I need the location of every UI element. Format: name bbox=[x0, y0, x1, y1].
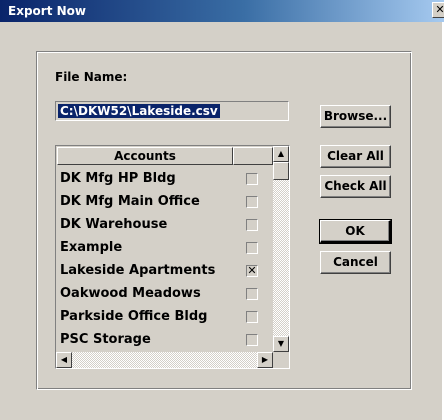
file-name-label: File Name: bbox=[55, 70, 128, 84]
scroll-left-icon[interactable]: ◀ bbox=[56, 352, 72, 368]
file-name-input[interactable]: C:\DKW52\Lakeside.csv bbox=[55, 101, 289, 121]
browse-button[interactable]: Browse... bbox=[320, 105, 391, 128]
ok-button[interactable]: OK bbox=[319, 219, 392, 244]
cancel-button[interactable]: Cancel bbox=[320, 251, 391, 274]
account-name: Example bbox=[60, 240, 123, 255]
scrollbar-corner bbox=[273, 352, 289, 368]
account-name: DK Mfg Main Office bbox=[60, 194, 200, 209]
account-name: DK Mfg HP Bldg bbox=[60, 171, 176, 186]
list-item[interactable]: Lakeside Apartments ✕ bbox=[58, 259, 274, 283]
account-checkbox[interactable] bbox=[246, 173, 258, 185]
account-checkbox[interactable] bbox=[246, 311, 258, 323]
check-all-button[interactable]: Check All bbox=[320, 175, 391, 198]
list-item[interactable]: DK Mfg Main Office bbox=[58, 190, 274, 214]
scroll-down-icon[interactable]: ▼ bbox=[273, 336, 289, 352]
close-icon[interactable]: ✕ bbox=[432, 2, 444, 18]
account-name: Lakeside Apartments bbox=[60, 263, 216, 278]
list-item[interactable]: PSC Storage bbox=[58, 328, 274, 352]
list-item[interactable]: Parkside Office Bldg bbox=[58, 305, 274, 329]
vertical-scroll-thumb[interactable] bbox=[273, 162, 289, 180]
scroll-up-icon[interactable]: ▲ bbox=[273, 146, 289, 162]
account-checkbox[interactable]: ✕ bbox=[246, 265, 258, 277]
file-name-value: C:\DKW52\Lakeside.csv bbox=[58, 104, 220, 118]
list-item[interactable]: Oakwood Meadows bbox=[58, 282, 274, 306]
account-name: DK Warehouse bbox=[60, 217, 168, 232]
account-checkbox[interactable] bbox=[246, 219, 258, 231]
list-item[interactable]: Example bbox=[58, 236, 274, 260]
export-dialog: Export Now ✕ File Name: C:\DKW52\Lakesid… bbox=[0, 0, 444, 420]
account-name: Oakwood Meadows bbox=[60, 286, 201, 301]
account-checkbox[interactable] bbox=[246, 196, 258, 208]
scroll-right-icon[interactable]: ▶ bbox=[257, 352, 273, 368]
account-name: Parkside Office Bldg bbox=[60, 309, 208, 324]
horizontal-scrollbar[interactable]: ◀ ▶ bbox=[56, 352, 273, 368]
checked-column-header[interactable] bbox=[233, 147, 273, 165]
window-title: Export Now bbox=[8, 4, 86, 18]
vertical-scrollbar[interactable]: ▲ ▼ bbox=[273, 146, 289, 352]
accounts-column-header[interactable]: Accounts bbox=[57, 147, 233, 165]
accounts-list[interactable]: Accounts DK Mfg HP Bldg DK Mfg Main Offic… bbox=[55, 145, 290, 369]
account-checkbox[interactable] bbox=[246, 288, 258, 300]
list-item[interactable]: DK Mfg HP Bldg bbox=[58, 167, 274, 191]
list-item[interactable]: DK Warehouse bbox=[58, 213, 274, 237]
account-checkbox[interactable] bbox=[246, 242, 258, 254]
title-bar: Export Now ✕ bbox=[0, 0, 444, 22]
clear-all-button[interactable]: Clear All bbox=[320, 145, 391, 168]
account-checkbox[interactable] bbox=[246, 334, 258, 346]
account-name: PSC Storage bbox=[60, 332, 151, 347]
